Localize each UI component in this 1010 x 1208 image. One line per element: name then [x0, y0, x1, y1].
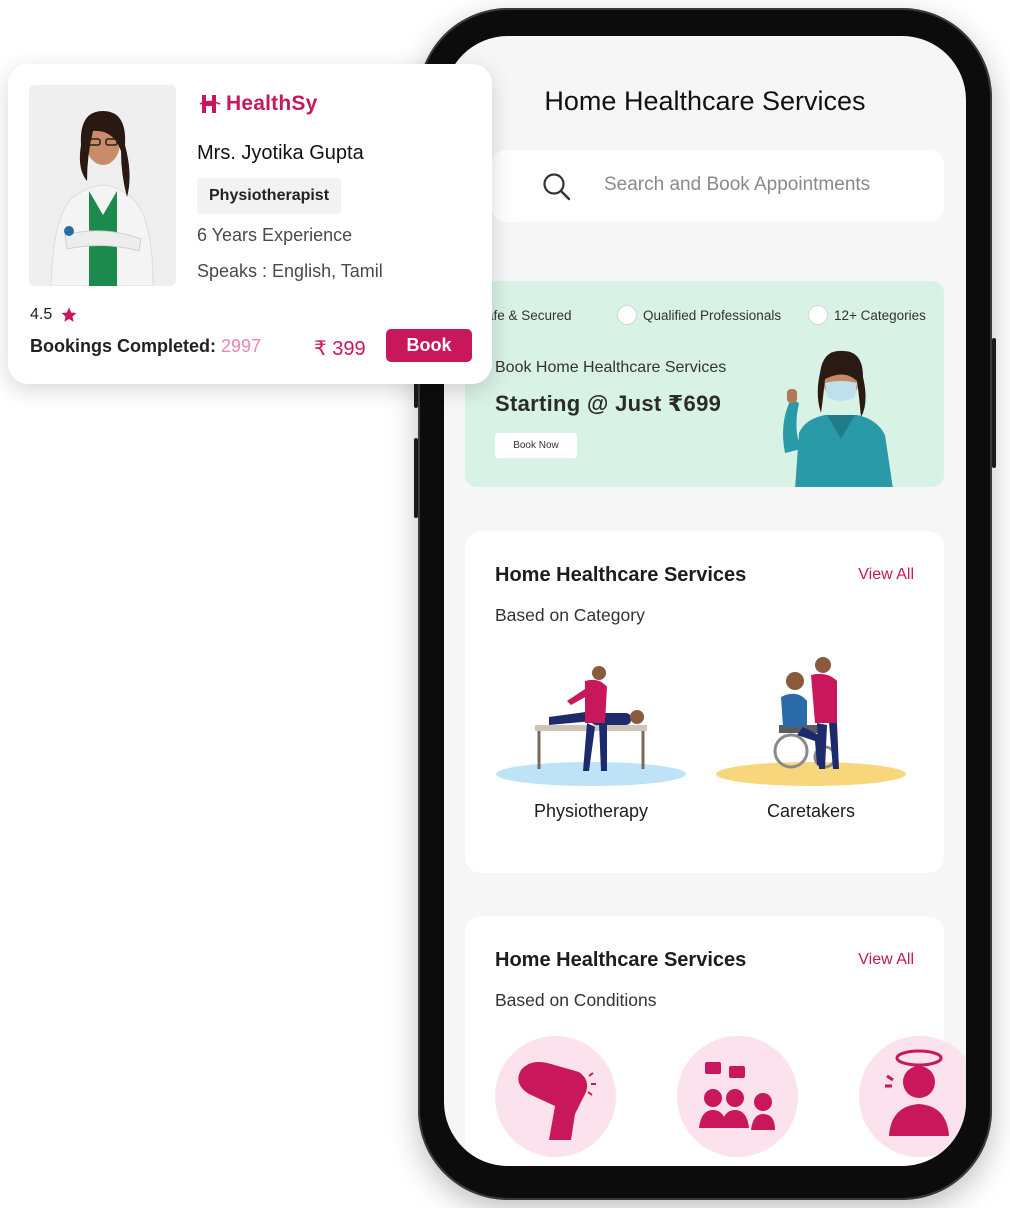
category-label: Physiotherapy [533, 801, 649, 821]
view-all-link[interactable]: View All [858, 951, 914, 969]
feature-item: Qualified Professionals [617, 305, 781, 325]
conditions-section: Home Healthcare Services View All Based … [465, 916, 966, 1166]
languages-text: Speaks : English, Tamil [197, 261, 383, 281]
doctor-name: Mrs. Jyotika Gupta [197, 142, 364, 164]
promo-banner[interactable]: Safe & Secured Qualified Professionals 1… [465, 281, 944, 487]
healthsy-logo-icon [199, 95, 221, 113]
category-tile-physiotherapy[interactable]: Physiotherapy [495, 641, 687, 821]
section-subtitle: Based on Category [495, 605, 645, 625]
specialty-badge: Physiotherapist [197, 178, 342, 214]
physiotherapy-illustration [496, 666, 686, 786]
feature-strip: Safe & Secured Qualified Professionals 1… [465, 305, 944, 325]
bookings-completed: Bookings Completed: 2997 [30, 336, 261, 357]
knee-icon [518, 1062, 596, 1140]
consultation-price: ₹ 399 [314, 338, 366, 360]
section-subtitle: Based on Conditions [495, 990, 657, 1010]
star-icon [61, 307, 77, 322]
category-section: Home Healthcare Services View All Based … [465, 531, 944, 873]
section-title: Home Healthcare Services [495, 564, 747, 586]
experience-text: 6 Years Experience [197, 225, 353, 245]
group-consult-icon [699, 1062, 775, 1130]
rating-value: 4.5 [30, 306, 53, 323]
banner-headline: Starting @ Just ₹699 [495, 391, 722, 416]
search-icon [543, 173, 571, 201]
healthsy-logo: HealthSy [198, 92, 317, 116]
condition-tile[interactable] [859, 1036, 966, 1157]
search-bar[interactable]: Search and Book Appointments [492, 150, 944, 222]
feature-label: Qualified Professionals [643, 307, 782, 323]
condition-tile[interactable] [677, 1036, 798, 1157]
nurse-image [783, 350, 893, 487]
doctor-photo [29, 85, 176, 286]
bookings-label: Bookings Completed: [30, 336, 217, 356]
feature-label: 12+ Categories [834, 307, 926, 323]
book-button[interactable]: Book [386, 329, 472, 362]
banner-subtitle: Book Home Healthcare Services [495, 359, 727, 376]
book-now-button[interactable]: Book Now [495, 433, 577, 458]
feature-item: 12+ Categories [808, 305, 926, 325]
condition-tile[interactable] [495, 1036, 616, 1157]
phone-volume-down-button [414, 438, 418, 518]
caretaker-illustration [716, 657, 906, 786]
stethoscope-icon [808, 305, 828, 325]
category-tile-caretakers[interactable]: Caretakers [715, 641, 907, 821]
brand-name: HealthSy [226, 92, 318, 115]
view-all-link[interactable]: View All [858, 566, 914, 584]
page-title: Home Healthcare Services [544, 86, 866, 116]
doctor-card[interactable]: HealthSy Mrs. Jyotika Gupta Physiotherap… [8, 64, 492, 384]
section-title: Home Healthcare Services [495, 949, 747, 971]
certificate-icon [617, 305, 637, 325]
search-input[interactable]: Search and Book Appointments [604, 174, 870, 196]
phone-power-button [992, 338, 996, 468]
dizziness-icon [885, 1049, 949, 1136]
rating: 4.5 [30, 306, 78, 324]
bookings-count: 2997 [221, 336, 262, 356]
category-label: Caretakers [766, 801, 856, 821]
app-screen: Home Healthcare Services Search and Book… [444, 36, 966, 1166]
